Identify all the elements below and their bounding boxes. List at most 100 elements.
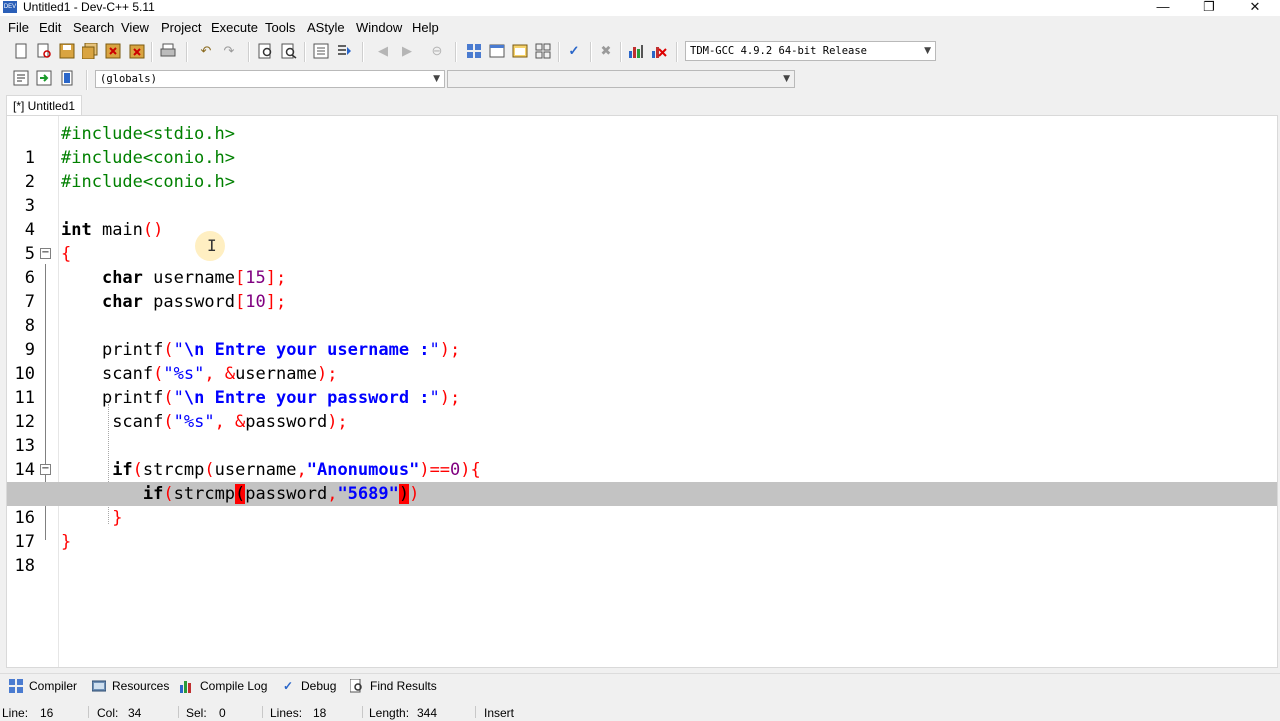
tab-find-results[interactable]: Find Results [349,678,437,694]
code-identifier: password [245,412,328,432]
menu-astyle[interactable]: AStyle [307,20,345,36]
menu-file[interactable]: File [8,20,29,36]
resources-icon [91,679,107,693]
debug-check-icon: ✓ [282,679,294,693]
new-file-icon[interactable] [13,43,29,59]
delete-profile-icon[interactable] [651,43,667,59]
code-symbol: ( [132,460,143,480]
fold-toggle-icon[interactable]: − [40,464,51,475]
fullscreen-icon[interactable] [535,43,551,59]
code-line: 13 scanf("%s", &password); [7,410,1277,456]
open-file-icon[interactable] [36,43,52,59]
status-col-label: Col: [97,706,119,720]
code-symbol: , [327,484,338,504]
close-all-icon[interactable] [129,43,145,59]
menu-view[interactable]: View [121,20,149,36]
code-symbol: ); [327,412,348,432]
scope-select[interactable]: (globals) ▼ [95,70,445,88]
code-line: 15 − if(strcmp(username,"Anonumous")==0)… [7,458,1277,504]
class-browser-icon[interactable] [466,43,482,59]
tab-untitled1[interactable]: [*] Untitled1 [6,95,83,115]
toggle-comment-icon[interactable]: ⊖ [429,43,445,59]
menu-search[interactable]: Search [73,20,114,36]
code-string: " [429,340,440,360]
compiler-select[interactable]: TDM-GCC 4.9.2 64-bit Release ▼ [685,41,936,61]
status-line-label: Line: [2,706,29,720]
fold-toggle-icon[interactable]: − [40,248,51,259]
menu-edit[interactable]: Edit [39,20,61,36]
menu-help[interactable]: Help [412,20,439,36]
maximize-button[interactable]: ❐ [1186,0,1232,16]
matched-bracket: ) [398,484,410,504]
scope-select-value: (globals) [100,73,157,85]
toggle-bookmark-icon[interactable] [336,43,352,59]
tab-debug-label: Debug [301,679,337,693]
window-title: Untitled1 - Dev-C++ 5.11 [23,0,155,14]
indent-icon[interactable]: ◀ [375,43,391,59]
code-line: 9 [7,314,1277,360]
tab-compile-log-label: Compile Log [200,679,268,693]
project-manager-icon[interactable] [489,43,505,59]
goto-declaration-icon[interactable] [36,70,52,86]
profile-icon[interactable] [628,43,644,59]
devcpp-app-icon: DEV [3,1,17,13]
code-keyword: char [101,292,143,312]
menu-execute[interactable]: Execute [211,20,258,36]
print-icon[interactable] [160,43,176,59]
code-string: Entre your username : [204,340,430,360]
code-string: "%s" [173,412,215,432]
code-identifier: printf [101,340,164,360]
menu-tools[interactable]: Tools [265,20,295,36]
goto-definition-icon[interactable] [59,70,75,86]
code-symbol: () [142,220,164,240]
code-line: 11 scanf("%s", &username); [7,362,1277,408]
code-symbol: )== [419,460,451,480]
code-line: 7 char username[15]; [7,266,1277,312]
code-number: 0 [450,460,461,480]
undo-icon[interactable]: ↶ [198,43,214,59]
editor-tab-bar: [*] Untitled1 [0,95,1280,115]
code-identifier: username [235,364,317,384]
code-keyword: int [61,220,92,240]
code-line: 12 printf("\n Entre your password :"); [7,386,1277,432]
save-all-icon[interactable] [82,43,98,59]
code-symbol: ( [163,388,174,408]
menu-project[interactable]: Project [161,20,201,36]
toggle-toolbar-icon[interactable] [512,43,528,59]
check-syntax-icon[interactable]: ✓ [566,43,582,59]
replace-icon[interactable] [281,43,297,59]
menu-window[interactable]: Window [356,20,402,36]
tab-debug[interactable]: ✓ Debug [280,678,336,694]
code-identifier: scanf [112,412,164,432]
code-symbol: ( [163,340,174,360]
save-icon[interactable] [59,43,75,59]
status-line-value: 16 [40,706,54,720]
code-identifier: strcmp [173,484,236,504]
code-identifier: main [91,220,143,240]
insert-code-icon[interactable] [13,70,29,86]
tab-find-results-label: Find Results [370,679,437,693]
minimize-button[interactable]: — [1140,0,1186,16]
code-symbol: ) [409,484,420,504]
tab-compiler-label: Compiler [29,679,78,693]
find-icon[interactable] [258,43,274,59]
stop-execution-icon[interactable]: ✖ [598,43,614,59]
close-button[interactable]: ✕ [1232,0,1278,16]
tab-compiler[interactable]: Compiler [8,678,77,694]
code-editor[interactable]: 1 #include<stdio.h> 2 #include<conio.h> … [6,115,1278,668]
close-file-icon[interactable] [105,43,121,59]
bottom-panel-tabs: Compiler Resources Compile Log ✓ Debug F… [0,673,1280,698]
code-symbol: { [61,244,72,264]
tab-resources[interactable]: Resources [91,678,169,694]
code-symbol: ); [439,340,461,360]
tab-compile-log[interactable]: Compile Log [179,678,267,694]
code-keyword: if [142,484,164,504]
function-select[interactable]: ▼ [447,70,795,88]
goto-line-icon[interactable] [313,43,329,59]
status-insert-mode: Insert [484,706,515,720]
unindent-icon[interactable]: ▶ [399,43,415,59]
code-keyword: char [101,268,143,288]
redo-icon[interactable]: ↷ [221,43,237,59]
code-string: \n [183,388,205,408]
code-line: 1 #include<stdio.h> [7,122,1277,168]
